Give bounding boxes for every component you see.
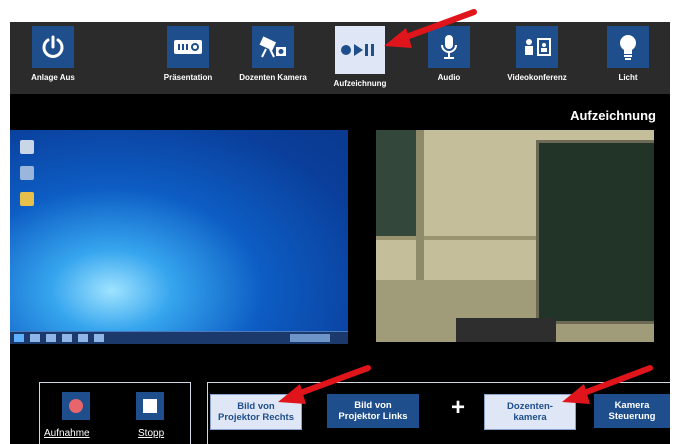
power-icon xyxy=(32,26,74,68)
toolbar-label-light: Licht xyxy=(618,73,638,82)
folder-icon xyxy=(20,192,34,206)
toolbar-label-recording: Aufzeichnung xyxy=(333,79,387,88)
start-icon xyxy=(14,334,24,342)
lecturer-camera-button[interactable]: Dozenten Kamera xyxy=(238,26,308,92)
record-icon xyxy=(69,399,83,413)
section-title: Aufzeichnung xyxy=(570,108,656,123)
taskbar-icon xyxy=(30,334,40,342)
light-button[interactable]: Licht xyxy=(593,26,663,92)
taskbar-icon xyxy=(78,334,88,342)
toolbar-label-camera: Dozenten Kamera xyxy=(239,73,307,82)
plus-sign: + xyxy=(451,394,466,421)
toolbar: Anlage Aus Präsentation Dozenten Kamera … xyxy=(10,22,670,94)
system-tray xyxy=(290,334,330,342)
recycle-bin-icon xyxy=(20,140,34,154)
videoconference-button[interactable]: Videokonferenz xyxy=(502,26,572,92)
chalkboard xyxy=(536,140,654,324)
projector-right-preview xyxy=(10,130,348,344)
videoconference-icon xyxy=(516,26,558,68)
toolbar-label-videoconference: Videokonferenz xyxy=(507,73,567,82)
annotation-arrow-icon xyxy=(562,365,653,404)
presentation-button[interactable]: Präsentation xyxy=(153,26,223,92)
projector-icon xyxy=(167,26,209,68)
lecturer-camera-preview xyxy=(376,130,654,342)
stop-label[interactable]: Stopp xyxy=(138,428,164,439)
taskbar-icon xyxy=(94,334,104,342)
network-icon xyxy=(20,166,34,180)
toolbar-label-presentation: Präsentation xyxy=(163,73,213,82)
toolbar-label-power: Anlage Aus xyxy=(31,73,75,82)
annotation-arrow-icon xyxy=(384,9,477,48)
stop-button[interactable] xyxy=(136,392,164,420)
lightbulb-icon xyxy=(607,26,649,68)
record-button[interactable] xyxy=(62,392,90,420)
camera-icon xyxy=(252,26,294,68)
power-off-button[interactable]: Anlage Aus xyxy=(18,26,88,92)
toolbar-label-audio: Audio xyxy=(437,73,461,82)
stop-icon xyxy=(143,399,157,413)
annotation-arrow-icon xyxy=(278,365,371,404)
taskbar xyxy=(10,331,348,344)
taskbar-icon xyxy=(62,334,72,342)
taskbar-icon xyxy=(46,334,56,342)
record-label[interactable]: Aufnahme xyxy=(44,428,90,439)
